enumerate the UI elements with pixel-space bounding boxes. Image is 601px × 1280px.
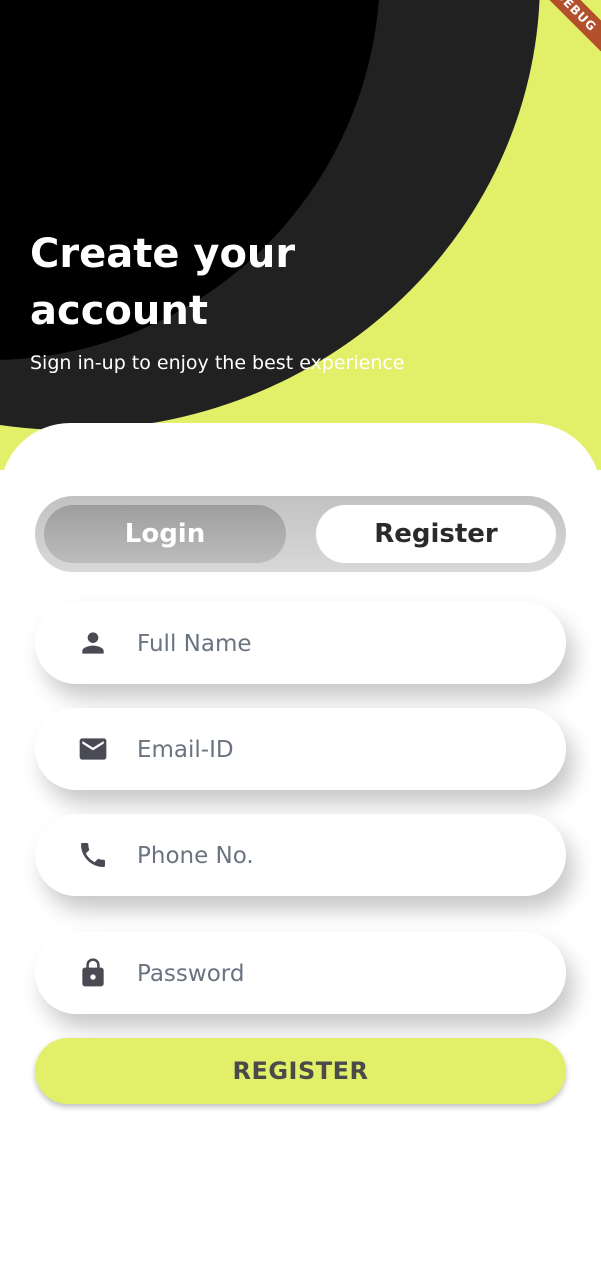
phone-icon <box>77 839 109 871</box>
header-banner: DEBUG Create your account Sign in-up to … <box>0 0 601 470</box>
tab-login[interactable]: Login <box>44 505 286 563</box>
password-input[interactable] <box>135 950 539 998</box>
page-subtitle: Sign in-up to enjoy the best experience <box>30 352 405 374</box>
phone-field[interactable] <box>35 814 566 896</box>
debug-banner: DEBUG <box>529 0 601 58</box>
auth-mode-toggle: Login Register <box>35 496 566 572</box>
full-name-input[interactable] <box>135 620 539 668</box>
full-name-field[interactable] <box>35 602 566 684</box>
phone-input[interactable] <box>135 832 539 880</box>
register-button[interactable]: REGISTER <box>35 1038 566 1104</box>
page-title: Create your account <box>30 231 296 334</box>
email-field[interactable] <box>35 708 566 790</box>
password-field[interactable] <box>35 932 566 1014</box>
lock-icon <box>77 957 109 989</box>
email-icon <box>77 733 109 765</box>
person-icon <box>77 627 109 659</box>
email-input[interactable] <box>135 726 539 774</box>
tab-register[interactable]: Register <box>316 505 556 563</box>
